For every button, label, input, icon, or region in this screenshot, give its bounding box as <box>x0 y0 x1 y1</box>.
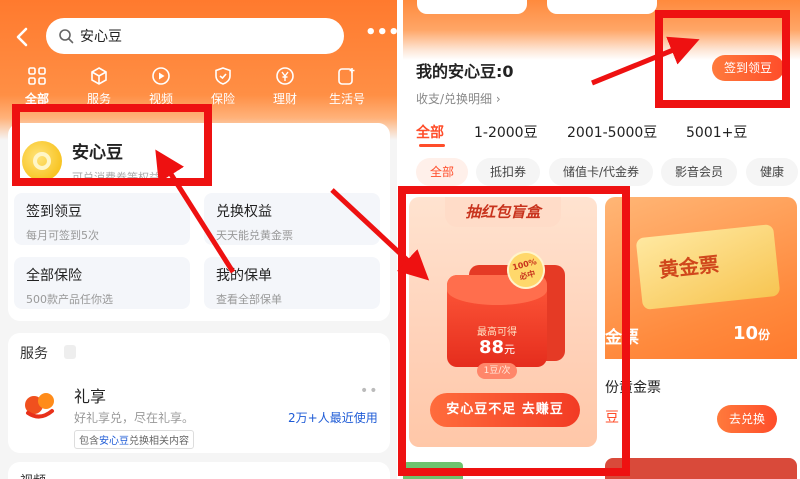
info-icon <box>64 345 76 359</box>
redeem-button[interactable]: 去兑换 <box>717 405 777 433</box>
tile-all-insurance[interactable]: 全部保险 500款产品任你选 <box>14 257 190 309</box>
annotation-box-sign-in <box>655 10 790 108</box>
tab-life[interactable]: 生活号 <box>320 66 374 107</box>
annotation-box-anxindou <box>12 104 212 186</box>
tab-underline <box>419 144 445 147</box>
tab-services[interactable]: 服务 <box>72 66 126 107</box>
service-usage-count: 2万+人最近使用 <box>288 411 378 425</box>
service-tag: 包含安心豆兑换相关内容 <box>74 430 194 449</box>
more-icon[interactable]: ••• <box>365 24 397 46</box>
tab-video[interactable]: 视频 <box>134 66 188 107</box>
yen-icon <box>276 67 294 85</box>
services-card: 服务 礼享 好礼享兑，尽在礼享。 2万+人最近使用 •• 包含安心豆兑换相关内容 <box>8 333 390 453</box>
annotation-box-product <box>398 186 630 476</box>
cube-icon <box>91 67 107 85</box>
my-anxindou-balance: 我的安心豆:0 <box>416 62 514 81</box>
chip-stored-value[interactable]: 储值卡/代金券 <box>549 158 654 186</box>
ticket-count: 10份 <box>733 323 771 344</box>
tab-insurance[interactable]: 保险 <box>196 66 250 107</box>
play-icon <box>152 67 170 85</box>
tab-all[interactable]: 全部 <box>10 66 64 107</box>
grid-icon <box>28 67 46 85</box>
service-name: 礼享 <box>74 387 107 406</box>
range-tab-5001plus[interactable]: 5001+豆 <box>686 122 747 142</box>
left-screen: 安心豆 ••• 全部 服务 视频 保险 理财 生活号 安心豆 可兑消费券等权益 … <box>0 0 397 479</box>
chip-health[interactable]: 健康 <box>746 158 799 186</box>
next-section-title: 视频 <box>20 470 46 479</box>
lixiang-logo-icon <box>25 393 54 419</box>
more-options-icon[interactable]: •• <box>360 383 379 399</box>
search-query: 安心豆 <box>80 29 122 45</box>
chip-deduction-coupon[interactable]: 抵扣券 <box>476 158 541 186</box>
income-expense-link[interactable]: 收支/兑换明细 › <box>416 90 501 107</box>
product-card-gold-ticket[interactable]: 黄金票 金票 10份 份黄金票 豆 去兑换 <box>605 197 797 447</box>
ticket-icon: 黄金票 <box>635 223 781 311</box>
back-arrow-icon[interactable] <box>10 24 36 50</box>
range-tab-2001-5000[interactable]: 2001-5000豆 <box>567 122 657 142</box>
next-section-card: 视频 <box>8 462 390 479</box>
shield-icon <box>215 67 231 85</box>
chip-all[interactable]: 全部 <box>416 158 469 186</box>
services-title: 服务 <box>20 346 48 362</box>
top-card-fragment <box>417 0 527 14</box>
range-tab-1-2000[interactable]: 1-2000豆 <box>474 122 538 142</box>
tile-my-policies[interactable]: 我的保单 查看全部保单 <box>204 257 380 309</box>
tile-sign-in[interactable]: 签到领豆 每月可签到5次 <box>14 193 190 245</box>
chip-media-vip[interactable]: 影音会员 <box>661 158 738 186</box>
top-card-fragment <box>547 0 657 14</box>
range-tab-all[interactable]: 全部 <box>416 122 444 142</box>
gold-ticket-image: 黄金票 金票 10份 <box>605 197 797 359</box>
app-plus-icon <box>338 68 355 85</box>
service-desc: 好礼享兑，尽在礼享。 <box>74 411 195 425</box>
search-input[interactable]: 安心豆 <box>46 18 344 54</box>
search-icon <box>59 29 74 44</box>
product-card-fragment <box>605 458 797 479</box>
tile-redeem[interactable]: 兑换权益 天天能兑黄金票 <box>204 193 380 245</box>
chevron-right-icon: › <box>495 92 501 106</box>
tab-wealth[interactable]: 理财 <box>258 66 312 107</box>
